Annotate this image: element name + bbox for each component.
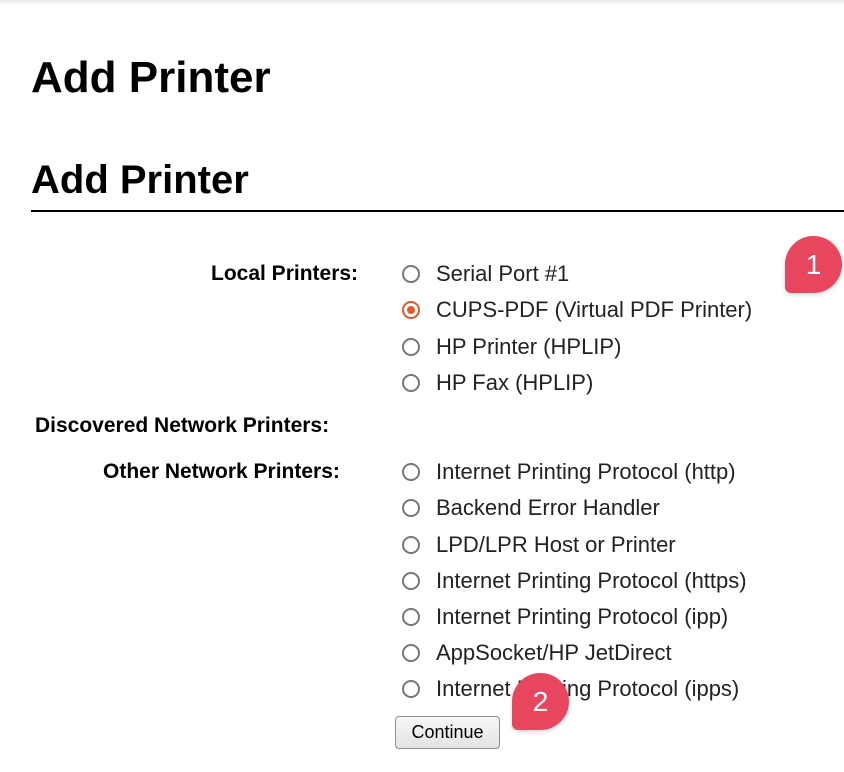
option-ipps[interactable]: Internet Printing Protocol (ipps)	[402, 676, 739, 702]
annotation-marker-1: 1	[785, 236, 842, 293]
radio-unchecked-icon[interactable]	[402, 338, 420, 356]
radio-unchecked-icon[interactable]	[402, 374, 420, 392]
option-ipp-http[interactable]: Internet Printing Protocol (http)	[402, 459, 736, 485]
option-label: AppSocket/HP JetDirect	[436, 640, 672, 665]
section-divider	[31, 210, 844, 212]
option-label: HP Fax (HPLIP)	[436, 370, 594, 395]
radio-unchecked-icon[interactable]	[402, 608, 420, 626]
option-ipp-https[interactable]: Internet Printing Protocol (https)	[402, 568, 747, 594]
radio-unchecked-icon[interactable]	[402, 536, 420, 554]
option-lpd-lpr[interactable]: LPD/LPR Host or Printer	[402, 532, 676, 558]
radio-checked-icon[interactable]	[402, 301, 420, 319]
option-label: Backend Error Handler	[436, 495, 660, 520]
radio-unchecked-icon[interactable]	[402, 680, 420, 698]
option-hp-fax[interactable]: HP Fax (HPLIP)	[402, 370, 593, 396]
other-network-printers-label: Other Network Printers:	[103, 460, 340, 483]
option-label: Internet Printing Protocol (https)	[436, 568, 747, 593]
option-hp-printer[interactable]: HP Printer (HPLIP)	[402, 334, 621, 360]
option-ipp[interactable]: Internet Printing Protocol (ipp)	[402, 604, 728, 630]
radio-unchecked-icon[interactable]	[402, 572, 420, 590]
option-label: LPD/LPR Host or Printer	[436, 532, 676, 557]
option-cups-pdf[interactable]: CUPS-PDF (Virtual PDF Printer)	[402, 297, 752, 323]
radio-unchecked-icon[interactable]	[402, 644, 420, 662]
local-printers-label: Local Printers:	[211, 262, 359, 285]
continue-button[interactable]: Continue	[395, 716, 500, 749]
option-label: Serial Port #1	[436, 261, 570, 286]
section-title: Add Printer	[31, 158, 249, 202]
discovered-network-printers-label: Discovered Network Printers:	[35, 414, 330, 437]
option-backend-error-handler[interactable]: Backend Error Handler	[402, 495, 660, 521]
option-label: HP Printer (HPLIP)	[436, 334, 622, 359]
radio-unchecked-icon[interactable]	[402, 265, 420, 283]
top-shadow	[0, 0, 844, 6]
option-label: Internet Printing Protocol (ipp)	[436, 604, 729, 629]
option-serial-port[interactable]: Serial Port #1	[402, 261, 569, 287]
radio-unchecked-icon[interactable]	[402, 499, 420, 517]
radio-unchecked-icon[interactable]	[402, 463, 420, 481]
page-title: Add Printer	[31, 53, 271, 102]
option-label: Internet Printing Protocol (http)	[436, 459, 736, 484]
annotation-marker-2: 2	[512, 673, 569, 730]
option-appsocket[interactable]: AppSocket/HP JetDirect	[402, 640, 672, 666]
option-label: CUPS-PDF (Virtual PDF Printer)	[436, 297, 753, 322]
option-label: Internet Printing Protocol (ipps)	[436, 676, 740, 701]
